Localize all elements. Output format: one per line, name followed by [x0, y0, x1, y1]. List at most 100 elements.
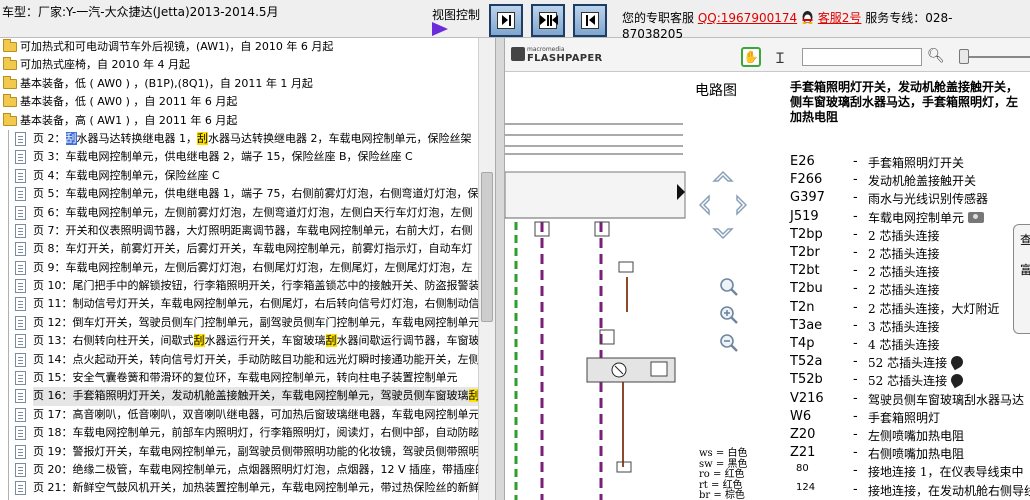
- document-page: 电路图 手套箱照明灯开关，发动机舱盖接触开关， 侧车窗玻璃刮水器马达，手套箱照明灯…: [505, 72, 1030, 500]
- tree-page-label: 页 19：警报灯开关，车载电网控制单元，副驾驶员侧带照明功能的化妆镜，驾驶员侧带…: [33, 443, 478, 461]
- hand-icon: ✋: [743, 50, 759, 64]
- floating-side-panel[interactable]: 查 富: [1013, 224, 1030, 334]
- page-text: 页 5：车载电网控制单元，供电继电器 1，端子 75，右侧前雾灯灯泡，右侧弯道灯…: [33, 187, 478, 201]
- legend-text-value: 52 芯插头连接: [868, 374, 948, 389]
- tree-page-item[interactable]: 页 2：刮水器马达转换继电器 1，刮水器马达转换继电器 2，车载电网控制单元，保…: [0, 130, 478, 148]
- plug-icon: [948, 353, 966, 371]
- hotline-label: 服务专线：028-: [865, 11, 953, 25]
- legend-dash: -: [853, 263, 858, 279]
- legend-dash: -: [853, 354, 858, 370]
- legend-code: G397: [790, 190, 825, 206]
- tree-folder[interactable]: 基本装备，高 ( AW1 ) ，自 2011 年 6 月起: [0, 112, 478, 130]
- legend-text-value: 2 芯插头连接: [868, 247, 940, 261]
- pan-navigation-pad[interactable]: [698, 170, 748, 240]
- tree-scrollbar[interactable]: [478, 38, 495, 500]
- tree-page-item[interactable]: 页 20：绝缘二极管，车载电网控制单元，点烟器照明灯灯泡，点烟器，12 V 插座…: [0, 461, 478, 479]
- legend-dash: -: [853, 336, 858, 351]
- tree-page-item[interactable]: 页 10：尾门把手中的解锁按钮，行李箱照明开关，行李箱盖锁芯中的接触开关、防盗报…: [0, 277, 478, 295]
- tree-page-label: 页 10：尾门把手中的解锁按钮，行李箱照明开关，行李箱盖锁芯中的接触开关、防盗报…: [33, 277, 478, 295]
- tree-folder-label: 可加热式和可电动调节车外后视镜，(AW1)，自 2010 年 6 月起: [20, 40, 334, 53]
- tree-folder-label: 基本装备，高 ( AW1 ) ，自 2011 年 6 月起: [20, 113, 238, 127]
- folder-icon: [3, 39, 17, 52]
- page-doc-icon: [15, 481, 26, 496]
- camera-icon[interactable]: [968, 211, 985, 223]
- tree-page-item[interactable]: 页 14：点火起动开关，转向信号灯开关，手动防眩目功能和远光灯瞬时接通功能开关，…: [0, 351, 478, 369]
- pan-down-icon[interactable]: [712, 228, 734, 240]
- legend-code: W6: [790, 408, 812, 424]
- pan-left-icon[interactable]: [698, 194, 710, 216]
- legend-text-value: 接地连接 1，在仪表导线束中: [868, 465, 1024, 480]
- tree-page-item[interactable]: 页 15：安全气囊卷簧和带滑环的复位环，车载电网控制单元，转向柱电子装置控制单元: [0, 369, 478, 387]
- tree-page-item[interactable]: 页 6：车载电网控制单元，左侧前雾灯灯泡，左侧弯道灯灯泡，左侧白天行车灯灯泡，左…: [0, 204, 478, 222]
- search-hit: 刮: [193, 334, 205, 348]
- zoom-slider-thumb[interactable]: [959, 49, 969, 64]
- page-text: 页 15：安全气囊卷簧和带滑环的复位环，车载电网控制单元，转向柱电子装置控制单元: [33, 371, 458, 385]
- tree-page-item[interactable]: 页 12：倒车灯开关，驾驶员侧车门控制单元，副驾驶员侧车门控制单元，车载电网控制…: [0, 314, 478, 332]
- page-doc-icon: [15, 334, 26, 349]
- tree-page-item[interactable]: 页 3：车载电网控制单元，供电继电器 2，端子 15，保险丝座 B，保险丝座 C: [0, 148, 478, 166]
- pan-right-icon[interactable]: [736, 194, 748, 216]
- legend-text-value: 右侧喷嘴加热电阻: [868, 447, 965, 462]
- legend-text: 右侧喷嘴加热电阻: [868, 445, 964, 462]
- tree-page-item[interactable]: 页 16：手套箱照明灯开关，发动机舱盖接触开关，车载电网控制单元，驾驶员侧车窗玻…: [0, 387, 478, 406]
- page-text: 页 12：倒车灯开关，驾驶员侧车门控制单元，副驾驶员侧车门控制单元，车载电网控制…: [33, 315, 478, 329]
- service-line: 您的专职客服 QQ:1967900174 客服2号 服务专线：028-: [622, 9, 953, 26]
- tree-page-item[interactable]: 页 7：开关和仪表照明调节器，大灯照明距离调节器，车载电网控制单元，右前大灯，右…: [0, 222, 478, 240]
- tree-page-item[interactable]: 页 21：新鲜空气鼓风机开关，加热装置控制单元，车载电网控制单元，带过热保险丝的…: [0, 479, 478, 497]
- qq-link[interactable]: QQ:1967900174: [698, 11, 797, 25]
- tree-page-item[interactable]: 页 17：高音喇叭，低音喇叭，双音喇叭继电器，可加热后窗玻璃继电器，车载电网控制…: [0, 406, 478, 424]
- tree-page-item[interactable]: 页 11：制动信号灯开关，车载电网控制单元，右侧尾灯，右后转向信号灯灯泡，右侧制…: [0, 295, 478, 313]
- viewer-search-input[interactable]: [802, 48, 922, 66]
- tree-page-item[interactable]: 页 9：车载电网控制单元，左侧后雾灯灯泡，右侧尾灯灯泡，左侧尾灯，左侧尾灯灯泡，…: [0, 259, 478, 277]
- page-doc-icon: [15, 297, 26, 312]
- tree-folder[interactable]: 可加热式座椅，自 2010 年 4 月起: [0, 56, 478, 74]
- legend-dash: -: [853, 317, 858, 333]
- pan-up-icon[interactable]: [712, 170, 734, 182]
- tree-folder[interactable]: 可加热式和可电动调节车外后视镜，(AW1)，自 2010 年 6 月起: [0, 38, 478, 56]
- page-text-mid: 水器运行开关，车窗玻璃: [204, 334, 326, 348]
- page-text: 页 19：警报灯开关，车载电网控制单元，副驾驶员侧带照明功能的化妆镜，驾驶员侧带…: [33, 444, 478, 458]
- legend-dash: -: [853, 463, 858, 479]
- zoom-in-icon[interactable]: [719, 305, 739, 325]
- search-button[interactable]: 🔍︎: [927, 48, 945, 64]
- page-text: 页 3：车载电网控制单元，供电继电器 2，端子 15，保险丝座 B，保险丝座 C: [33, 150, 413, 164]
- legend-text: 3 芯插头连接: [868, 318, 939, 335]
- page-text: 页 17：高音喇叭，低音喇叭，双音喇叭继电器，可加热后窗玻璃继电器，车载电网控制…: [33, 407, 478, 421]
- page-text: 页 9：车载电网控制单元，左侧后雾灯灯泡，右侧尾灯灯泡，左侧尾灯，左侧尾灯灯泡，…: [33, 260, 473, 274]
- legend-code: T2bu: [790, 281, 823, 297]
- page-doc-icon: [15, 426, 26, 441]
- color-name: 棕色: [724, 490, 745, 500]
- tree-page-item[interactable]: 页 13：右侧转向柱开关，间歇式刮水器运行开关，车窗玻璃刮水器间歇运行调节器，车…: [0, 332, 478, 350]
- qq-service-link[interactable]: 客服2号: [818, 11, 862, 25]
- legend-text-value: 接地连接，在发动机舱右侧导线: [868, 483, 1030, 498]
- tree-scrollbar-thumb[interactable]: [481, 172, 493, 322]
- view-split-button[interactable]: [531, 4, 565, 37]
- zoom-out-icon[interactable]: [719, 333, 739, 353]
- legend-dash: -: [853, 427, 858, 442]
- app-window: 车型：厂家:Y-一汽-大众捷达(Jetta)2013-2014.5月 视图控制 …: [0, 0, 1030, 500]
- tree-page-item[interactable]: 页 5：车载电网控制单元，供电继电器 1，端子 75，右侧前雾灯灯泡，右侧弯道灯…: [0, 185, 478, 203]
- pane-divider[interactable]: [495, 38, 505, 500]
- tree-folder[interactable]: 基本装备，低 ( AW0 ) ，(B1P),(8Q1)，自 2011 年 1 月…: [0, 75, 478, 93]
- flashpaper-logo-icon: [511, 47, 525, 61]
- legend-text: 车载电网控制单元: [868, 209, 985, 226]
- zoom-slider-track[interactable]: [963, 56, 1030, 58]
- tree-folder[interactable]: 基本装备，低 ( AW0 ) ，自 2011 年 6 月起: [0, 93, 478, 111]
- control-unit-block: [505, 171, 686, 219]
- zoom-fit-icon[interactable]: [719, 277, 739, 297]
- text-select-tool-button[interactable]: Ｉ: [773, 48, 787, 68]
- view-right-button[interactable]: [489, 4, 523, 37]
- tree-page-label: 页 20：绝缘二极管，车载电网控制单元，点烟器照明灯灯泡，点烟器，12 V 插座…: [33, 461, 478, 479]
- legend-text: 手套箱照明灯开关: [868, 154, 964, 171]
- tree-page-item[interactable]: 页 19：警报灯开关，车载电网控制单元，副驾驶员侧带照明功能的化妆镜，驾驶员侧带…: [0, 443, 478, 461]
- tree-page-label: 页 14：点火起动开关，转向信号灯开关，手动防眩目功能和远光灯瞬时接通功能开关，…: [33, 351, 478, 369]
- tree-page-item[interactable]: 页 18：车载电网控制单元，前部车内照明灯，行李箱照明灯，阅读灯，右侧中部，自动…: [0, 424, 478, 442]
- tree-page-item[interactable]: 页 8：车灯开关，前雾灯开关，后雾灯开关，车载电网控制单元，前雾灯指示灯，自动车…: [0, 240, 478, 258]
- view-left-button[interactable]: [573, 4, 607, 37]
- legend-dash: -: [853, 408, 858, 424]
- page-text: 页 13：右侧转向柱开关，间歇式: [33, 334, 194, 348]
- text-cursor-icon: Ｉ: [773, 51, 787, 67]
- tree-page-item[interactable]: 页 4：车载电网控制单元，保险丝座 C: [0, 167, 478, 185]
- page-doc-icon: [15, 462, 26, 477]
- hand-tool-button[interactable]: ✋: [741, 47, 761, 67]
